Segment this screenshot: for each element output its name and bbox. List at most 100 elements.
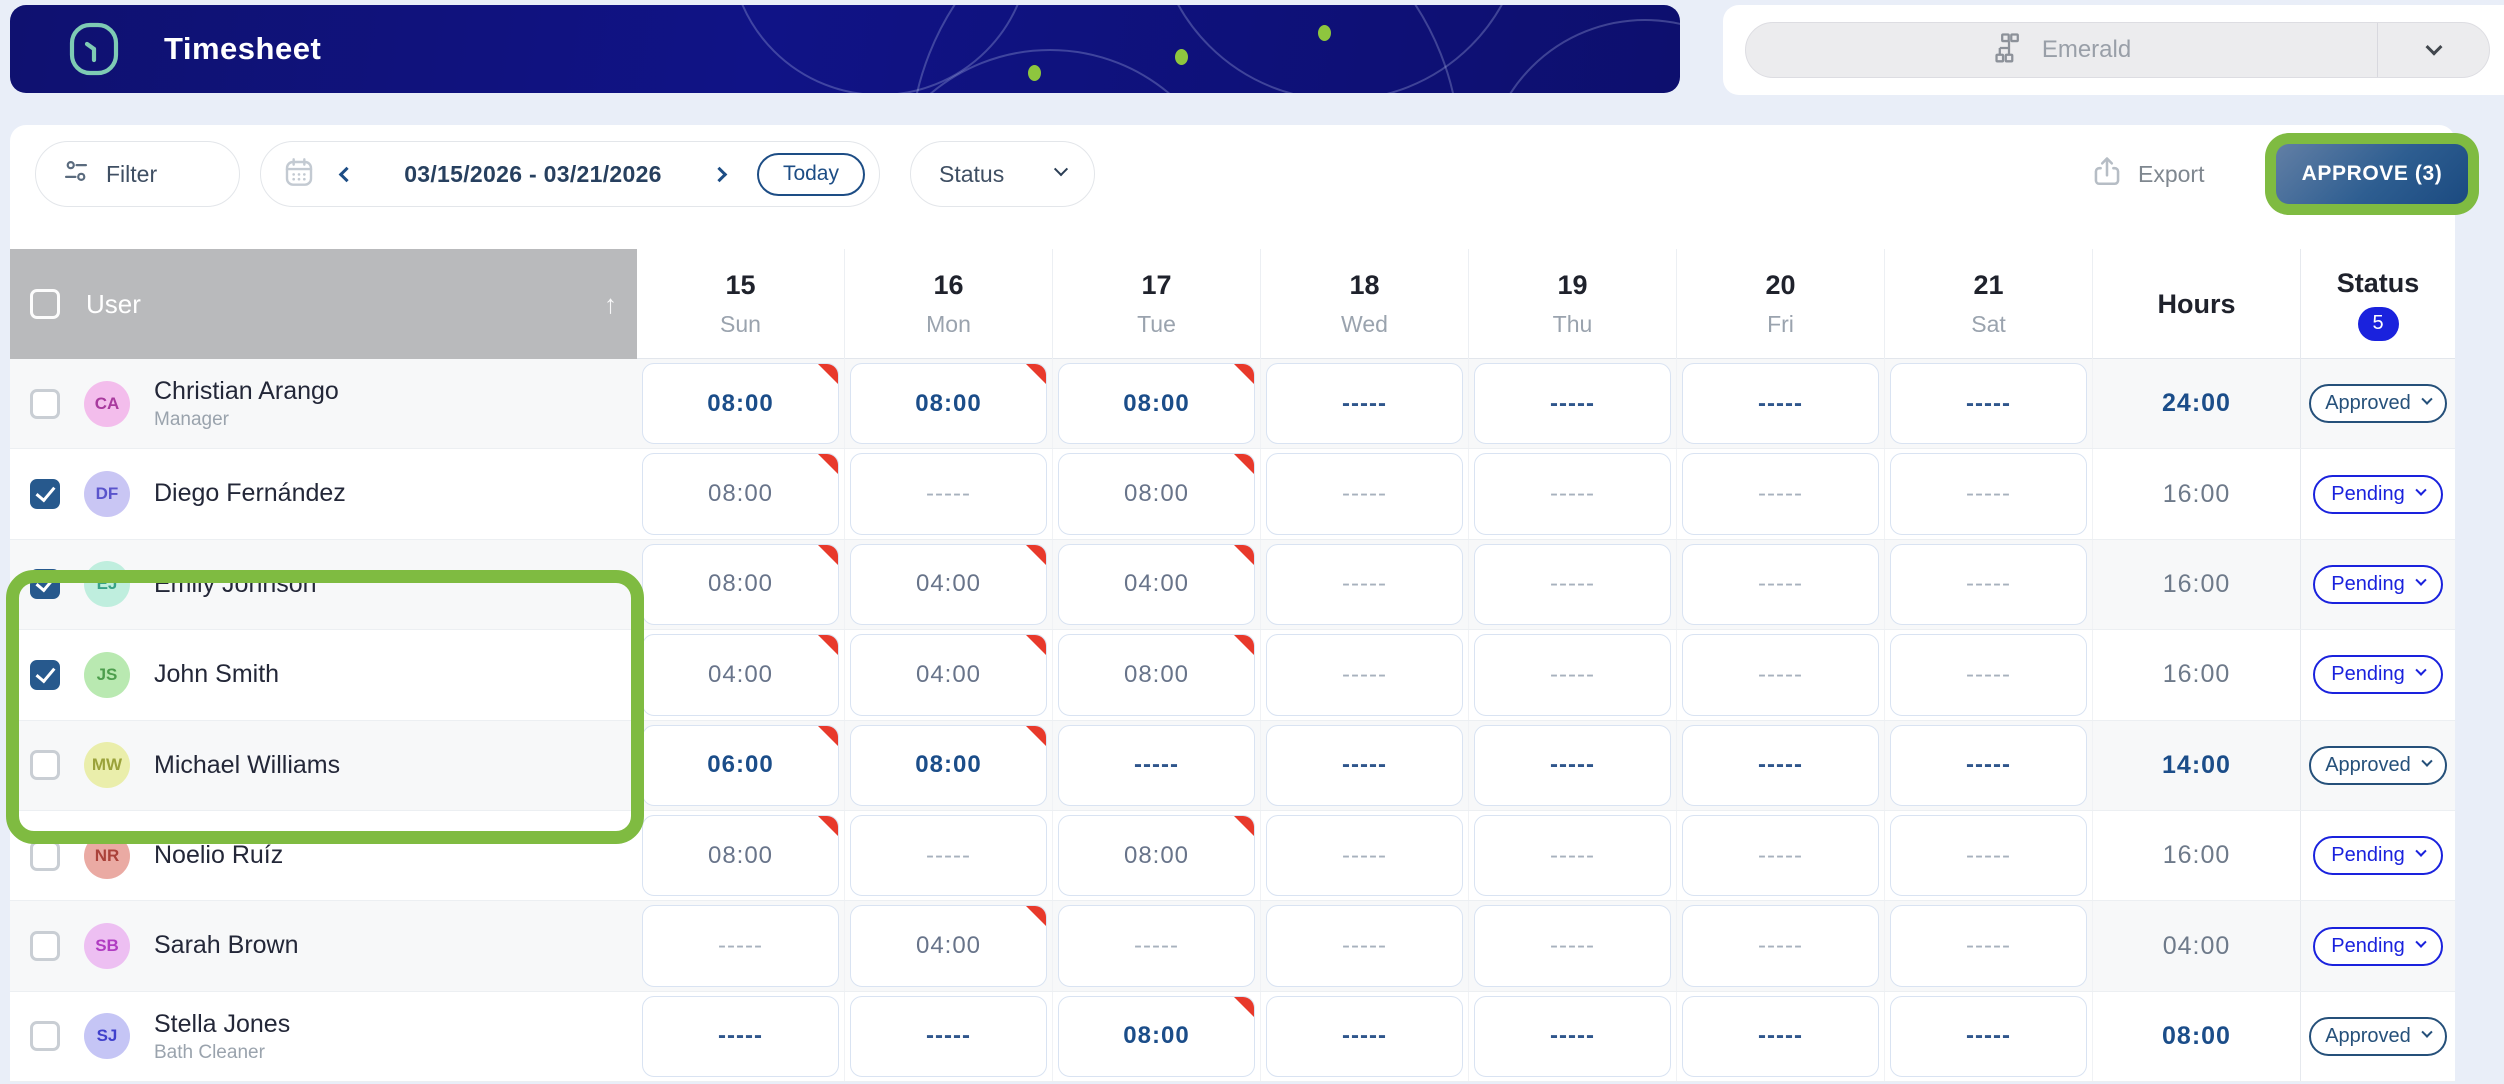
row-checkbox[interactable]	[30, 660, 60, 690]
timesheet-entry[interactable]: -----	[1474, 363, 1671, 444]
row-checkbox[interactable]	[30, 1021, 60, 1051]
timesheet-entry[interactable]: 04:00	[1058, 544, 1255, 625]
timesheet-entry[interactable]: 04:00	[850, 634, 1047, 715]
timesheet-entry[interactable]: -----	[1474, 905, 1671, 986]
timesheet-entry[interactable]: 08:00	[1058, 634, 1255, 715]
user-cell[interactable]: CAChristian ArangoManager	[10, 359, 637, 448]
flag-marker-icon	[1026, 545, 1046, 565]
workspace-selected[interactable]: Emerald	[1746, 23, 2377, 77]
timesheet-entry[interactable]: -----	[1682, 634, 1879, 715]
timesheet-entry[interactable]: -----	[1266, 725, 1463, 806]
status-dropdown[interactable]: Approved	[2309, 1017, 2447, 1056]
timesheet-entry[interactable]: -----	[1474, 544, 1671, 625]
timesheet-entry[interactable]: 08:00	[1058, 815, 1255, 896]
user-cell[interactable]: MWMichael Williams	[10, 721, 637, 810]
timesheet-entry[interactable]: -----	[1474, 996, 1671, 1077]
approve-button[interactable]: APPROVE (3)	[2276, 144, 2468, 204]
timesheet-entry[interactable]: -----	[1890, 453, 2087, 534]
timesheet-entry[interactable]: -----	[1890, 815, 2087, 896]
timesheet-entry[interactable]: -----	[1474, 634, 1671, 715]
timesheet-entry[interactable]: -----	[1682, 905, 1879, 986]
user-cell[interactable]: JSJohn Smith	[10, 630, 637, 719]
row-checkbox[interactable]	[30, 931, 60, 961]
timesheet-entry[interactable]: -----	[1266, 363, 1463, 444]
user-cell[interactable]: NRNoelio Ruíz	[10, 811, 637, 900]
timesheet-entry[interactable]: -----	[850, 996, 1047, 1077]
user-cell[interactable]: SBSarah Brown	[10, 901, 637, 990]
timesheet-entry[interactable]: 08:00	[1058, 453, 1255, 534]
user-cell[interactable]: DFDiego Fernández	[10, 449, 637, 538]
timesheet-entry[interactable]: -----	[1266, 815, 1463, 896]
timesheet-entry[interactable]: -----	[1266, 905, 1463, 986]
row-checkbox[interactable]	[30, 389, 60, 419]
status-dropdown[interactable]: Pending	[2313, 565, 2443, 604]
day-number: 17	[1141, 270, 1171, 301]
timesheet-entry[interactable]: 08:00	[1058, 996, 1255, 1077]
row-checkbox[interactable]	[30, 750, 60, 780]
status-filter-dropdown[interactable]: Status	[910, 141, 1095, 207]
export-icon	[2090, 154, 2124, 194]
timesheet-entry[interactable]: 08:00	[1058, 363, 1255, 444]
status-dropdown[interactable]: Approved	[2309, 746, 2447, 785]
timesheet-entry[interactable]: 08:00	[850, 725, 1047, 806]
prev-week-button[interactable]	[329, 157, 363, 191]
timesheet-entry[interactable]: -----	[1682, 453, 1879, 534]
timesheet-entry[interactable]: 04:00	[850, 905, 1047, 986]
row-checkbox[interactable]	[30, 569, 60, 599]
row-checkbox[interactable]	[30, 479, 60, 509]
timesheet-entry[interactable]: -----	[1682, 544, 1879, 625]
timesheet-entry[interactable]: -----	[1890, 544, 2087, 625]
timesheet-entry[interactable]: 08:00	[850, 363, 1047, 444]
user-cell[interactable]: SJStella JonesBath Cleaner	[10, 992, 637, 1081]
timesheet-entry[interactable]: 06:00	[642, 725, 839, 806]
next-week-button[interactable]	[703, 157, 737, 191]
timesheet-entry[interactable]: -----	[1890, 363, 2087, 444]
timesheet-entry[interactable]: -----	[1266, 634, 1463, 715]
select-all-checkbox[interactable]	[30, 289, 60, 319]
timesheet-entry[interactable]: -----	[1474, 815, 1671, 896]
timesheet-entry[interactable]: -----	[1890, 905, 2087, 986]
entry-value: -----	[1342, 751, 1387, 779]
export-button[interactable]: Export	[2090, 149, 2204, 199]
row-checkbox[interactable]	[30, 841, 60, 871]
status-value: Pending	[2331, 573, 2404, 596]
today-button[interactable]: Today	[757, 153, 865, 196]
sort-ascending-icon[interactable]: ↑	[604, 289, 617, 320]
workspace-dropdown-toggle[interactable]	[2377, 23, 2489, 77]
timesheet-entry[interactable]: 04:00	[642, 634, 839, 715]
user-cell[interactable]: EJEmily Johnson	[10, 540, 637, 629]
timesheet-entry[interactable]: -----	[1890, 634, 2087, 715]
timesheet-entry[interactable]: -----	[1682, 996, 1879, 1077]
timesheet-entry[interactable]: 08:00	[642, 453, 839, 534]
status-dropdown[interactable]: Pending	[2313, 475, 2443, 514]
timesheet-entry[interactable]: 04:00	[850, 544, 1047, 625]
filter-button[interactable]: Filter	[35, 141, 240, 207]
timesheet-entry[interactable]: -----	[850, 815, 1047, 896]
day-cell: -----	[1885, 630, 2093, 719]
timesheet-entry[interactable]: -----	[642, 996, 839, 1077]
status-dropdown[interactable]: Approved	[2309, 384, 2447, 423]
timesheet-entry[interactable]: -----	[1682, 815, 1879, 896]
timesheet-entry[interactable]: -----	[850, 453, 1047, 534]
timesheet-entry[interactable]: -----	[1266, 996, 1463, 1077]
timesheet-entry[interactable]: -----	[1474, 725, 1671, 806]
timesheet-entry[interactable]: -----	[642, 905, 839, 986]
user-name-block: Noelio Ruíz	[154, 840, 283, 871]
status-dropdown[interactable]: Pending	[2313, 927, 2443, 966]
timesheet-entry[interactable]: -----	[1474, 453, 1671, 534]
timesheet-entry[interactable]: -----	[1682, 725, 1879, 806]
timesheet-entry[interactable]: -----	[1266, 544, 1463, 625]
workspace-selector[interactable]: Emerald	[1745, 22, 2490, 78]
timesheet-entry[interactable]: 08:00	[642, 815, 839, 896]
status-cell: Pending	[2301, 449, 2455, 538]
status-dropdown[interactable]: Pending	[2313, 655, 2443, 694]
timesheet-entry[interactable]: -----	[1266, 453, 1463, 534]
timesheet-entry[interactable]: 08:00	[642, 544, 839, 625]
timesheet-entry[interactable]: -----	[1890, 996, 2087, 1077]
timesheet-entry[interactable]: -----	[1058, 725, 1255, 806]
timesheet-entry[interactable]: 08:00	[642, 363, 839, 444]
status-dropdown[interactable]: Pending	[2313, 836, 2443, 875]
timesheet-entry[interactable]: -----	[1890, 725, 2087, 806]
timesheet-entry[interactable]: -----	[1058, 905, 1255, 986]
timesheet-entry[interactable]: -----	[1682, 363, 1879, 444]
